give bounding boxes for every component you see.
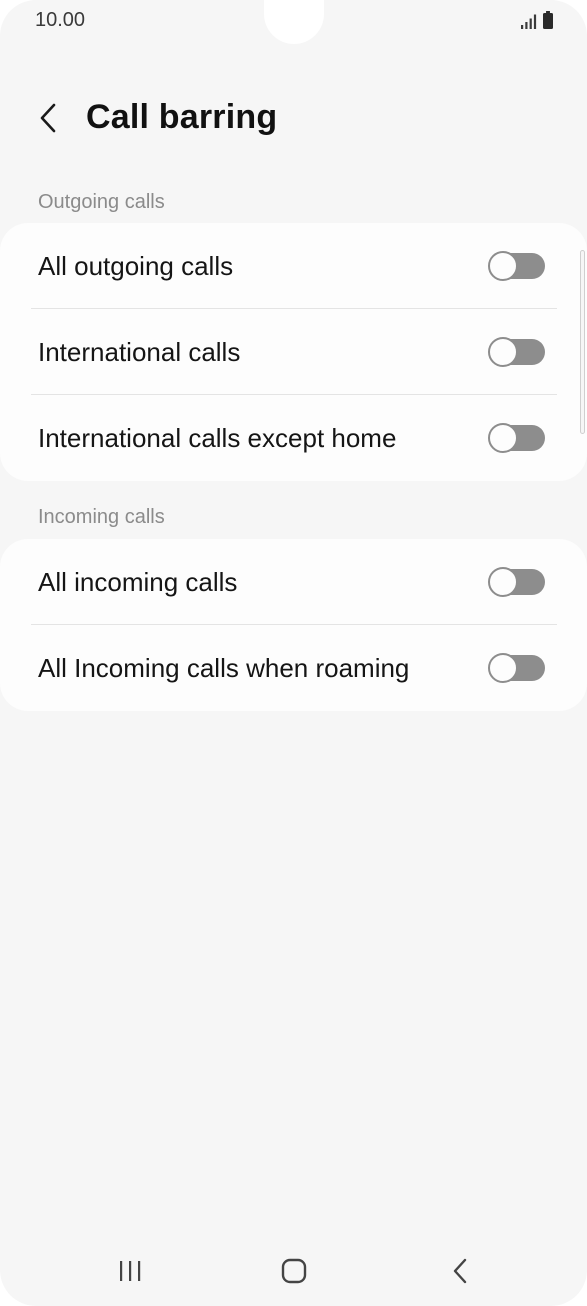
page-title: Call barring bbox=[86, 98, 278, 136]
app-header: Call barring bbox=[0, 82, 587, 156]
setting-row-all-incoming[interactable]: All incoming calls bbox=[0, 539, 587, 625]
card-incoming-calls: All incoming calls All Incoming calls wh… bbox=[0, 539, 587, 711]
chevron-left-icon bbox=[40, 103, 56, 133]
setting-label: All outgoing calls bbox=[38, 250, 234, 281]
setting-row-all-outgoing[interactable]: All outgoing calls bbox=[0, 223, 587, 309]
status-icons bbox=[521, 11, 553, 29]
navigation-bar bbox=[0, 1240, 587, 1302]
toggle-switch-incoming-roaming[interactable] bbox=[488, 653, 545, 683]
setting-row-incoming-roaming[interactable]: All Incoming calls when roaming bbox=[0, 625, 587, 711]
toggle-switch-all-outgoing[interactable] bbox=[488, 251, 545, 281]
status-time: 10.00 bbox=[35, 9, 86, 31]
section-label-outgoing: Outgoing calls bbox=[38, 191, 165, 213]
nav-back-button[interactable] bbox=[440, 1254, 480, 1288]
signal-icon bbox=[521, 14, 537, 29]
battery-icon bbox=[543, 11, 553, 29]
scrollbar[interactable] bbox=[580, 250, 585, 434]
recent-apps-button[interactable] bbox=[110, 1254, 150, 1288]
switch-knob bbox=[488, 423, 518, 453]
section-label-incoming: Incoming calls bbox=[38, 506, 165, 528]
home-icon bbox=[281, 1258, 307, 1284]
setting-label: International calls except home bbox=[38, 422, 397, 453]
status-bar: 10.00 bbox=[0, 0, 587, 42]
phone-screen: 10.00 Call barring Outgoing calls All ou… bbox=[0, 0, 587, 1306]
back-button[interactable] bbox=[30, 98, 66, 138]
recent-apps-icon bbox=[120, 1261, 141, 1281]
switch-knob bbox=[488, 567, 518, 597]
setting-label: International calls bbox=[38, 336, 241, 367]
switch-knob bbox=[488, 337, 518, 367]
switch-knob bbox=[488, 653, 518, 683]
setting-label: All incoming calls bbox=[38, 566, 238, 597]
toggle-switch-all-incoming[interactable] bbox=[488, 567, 545, 597]
card-outgoing-calls: All outgoing calls International calls I… bbox=[0, 223, 587, 481]
setting-row-international-except-home[interactable]: International calls except home bbox=[0, 395, 587, 481]
setting-row-international[interactable]: International calls bbox=[0, 309, 587, 395]
toggle-switch-international[interactable] bbox=[488, 337, 545, 367]
setting-label: All Incoming calls when roaming bbox=[38, 652, 410, 683]
switch-knob bbox=[488, 251, 518, 281]
toggle-switch-international-except-home[interactable] bbox=[488, 423, 545, 453]
back-icon bbox=[453, 1258, 467, 1284]
home-button[interactable] bbox=[274, 1254, 314, 1288]
